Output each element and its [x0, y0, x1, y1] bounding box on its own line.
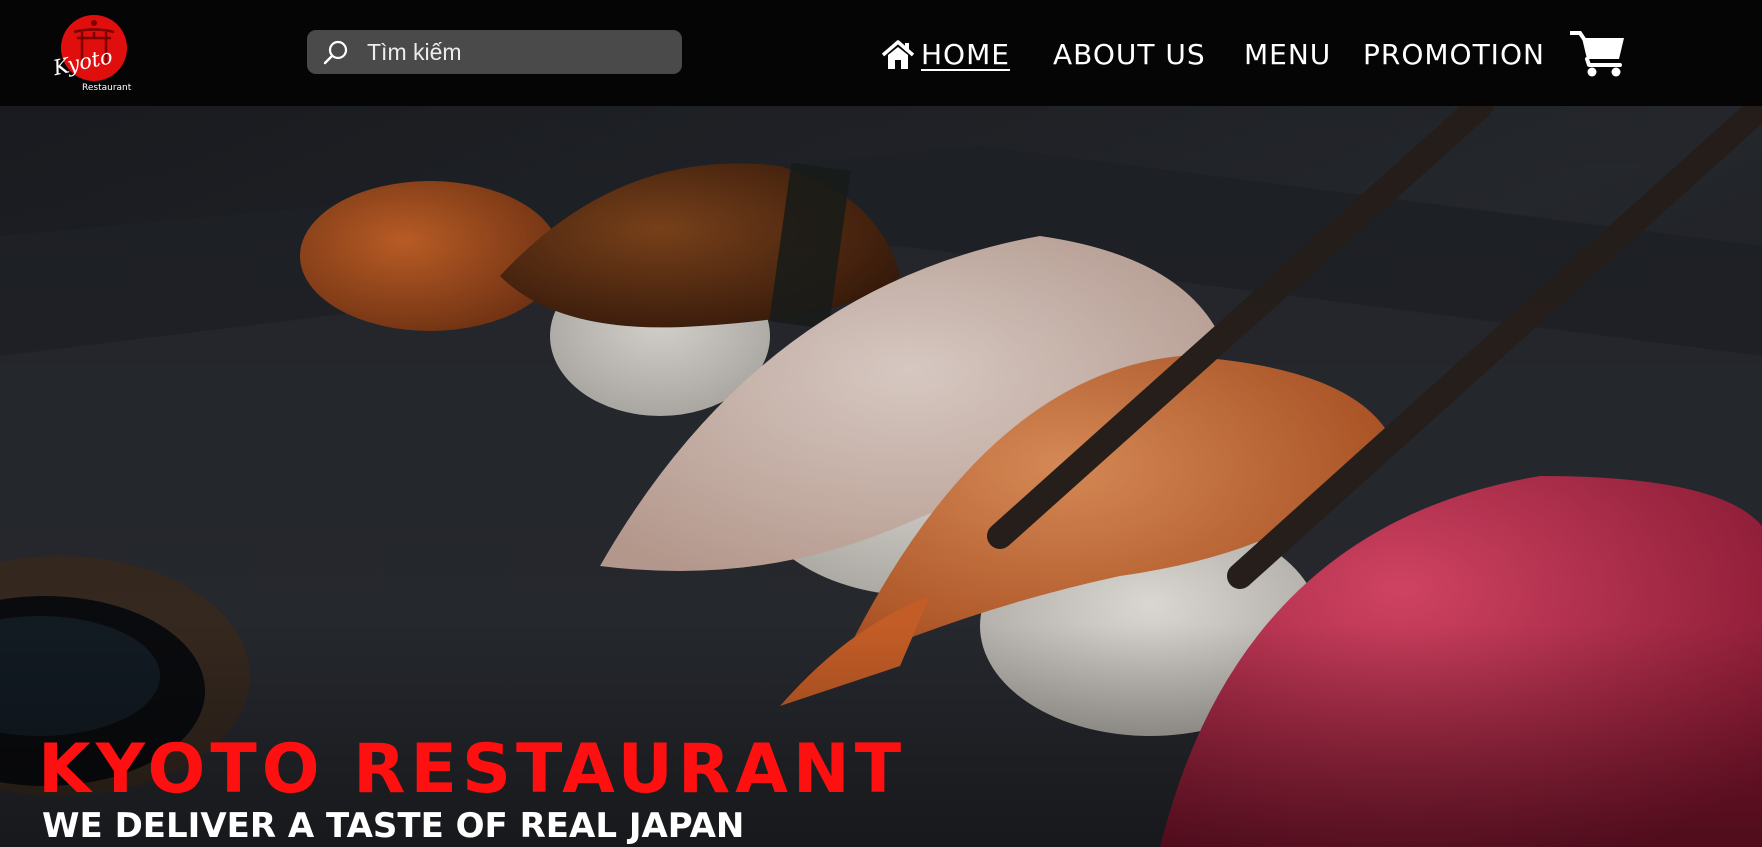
hero-title: KYOTO RESTAURANT — [38, 729, 907, 809]
page: Kyoto Restaurant HOME ABOUT US MENU PROM… — [0, 0, 1762, 847]
nav-home-link[interactable]: HOME — [881, 38, 1010, 72]
cart-icon[interactable] — [1570, 29, 1626, 77]
hero-tagline: WE DELIVER A TASTE OF REAL JAPAN — [42, 806, 745, 846]
restaurant-logo[interactable]: Kyoto Restaurant — [50, 14, 146, 94]
search-input[interactable] — [367, 30, 667, 74]
nav-about-us-link[interactable]: ABOUT US — [1053, 38, 1206, 72]
hero-banner: KYOTO RESTAURANT WE DELIVER A TASTE OF R… — [0, 106, 1762, 847]
nav-menu-link[interactable]: MENU — [1244, 38, 1331, 72]
top-navbar: Kyoto Restaurant HOME ABOUT US MENU PROM… — [0, 0, 1762, 106]
nav-home-label: HOME — [921, 38, 1010, 71]
search-bar[interactable] — [307, 30, 682, 74]
svg-text:Restaurant: Restaurant — [82, 83, 132, 93]
nav-promotion-link[interactable]: PROMOTION — [1363, 38, 1545, 72]
home-icon — [881, 40, 915, 69]
search-icon[interactable] — [322, 39, 350, 67]
